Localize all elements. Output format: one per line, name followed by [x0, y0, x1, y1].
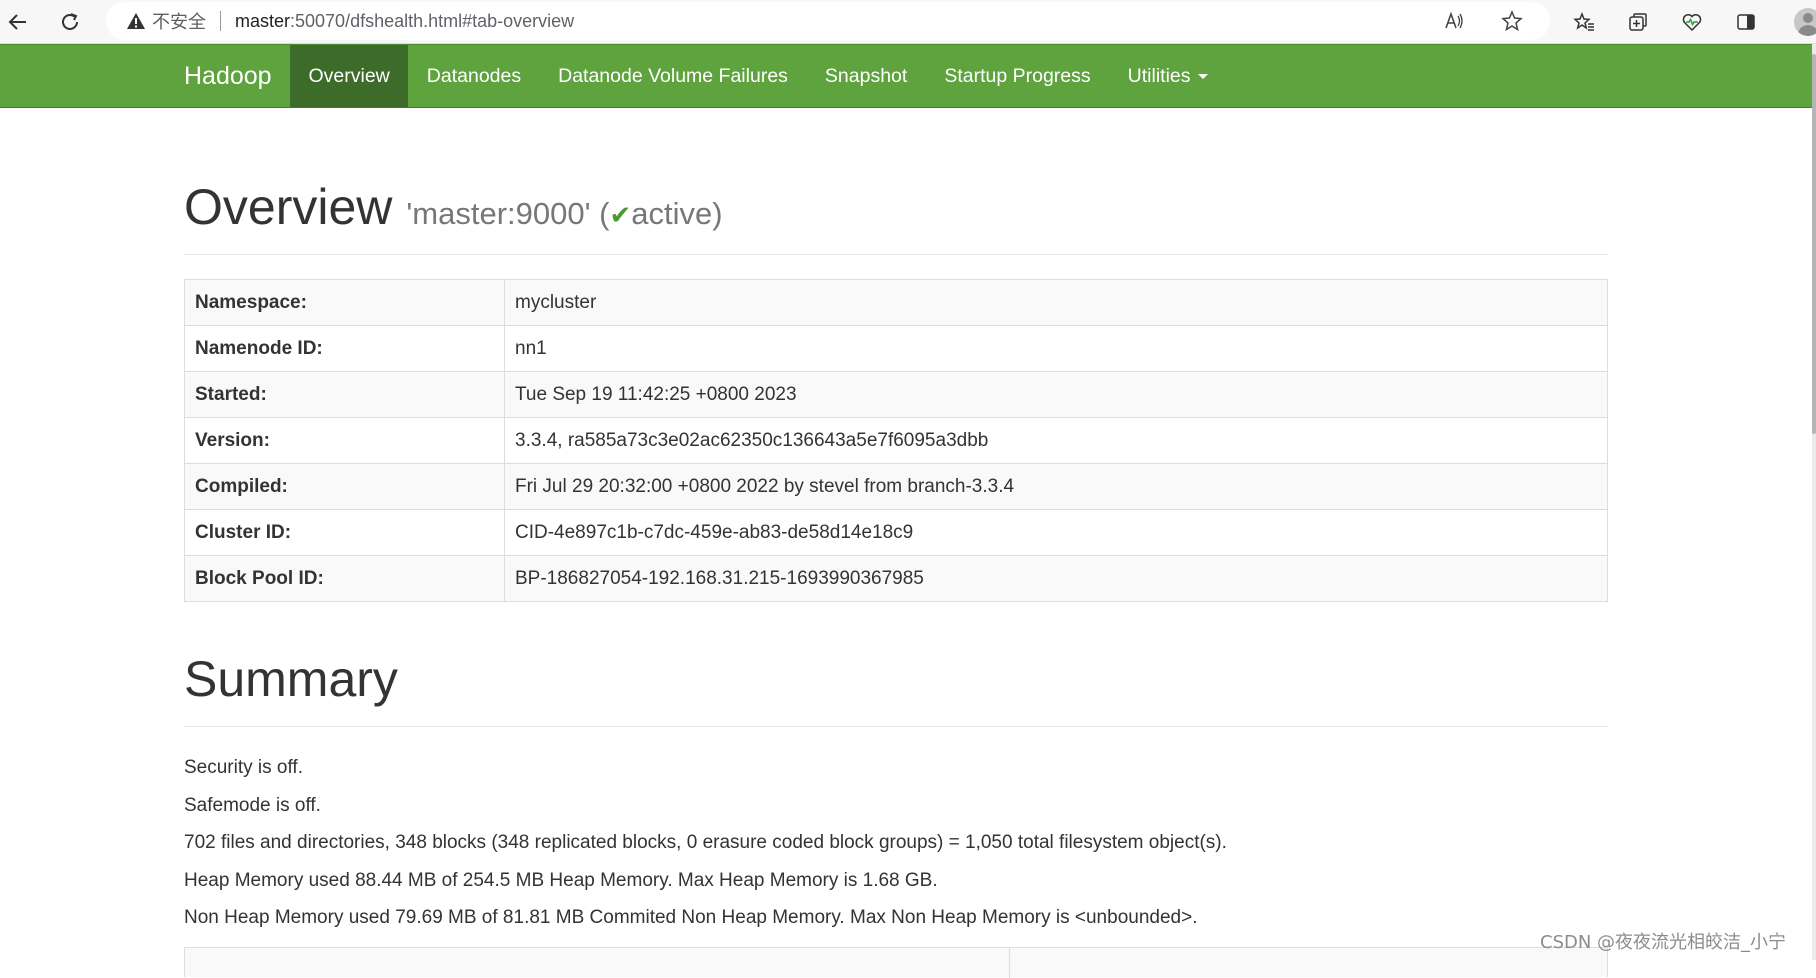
tab-startup-progress[interactable]: Startup Progress [926, 45, 1109, 107]
tab-snapshot[interactable]: Snapshot [806, 45, 925, 107]
table-row: Block Pool ID: BP-186827054-192.168.31.21… [184, 555, 1608, 602]
url-host: master [235, 10, 291, 31]
checkmark-icon: ✔ [609, 200, 632, 230]
utilities-label: Utilities [1127, 65, 1191, 87]
row-key: Version: [184, 417, 505, 464]
heap-memory: Heap Memory used 88.44 MB of 254.5 MB He… [184, 869, 938, 891]
separator [220, 11, 221, 31]
row-key: Namespace: [184, 279, 505, 326]
row-key: Namenode ID: [184, 325, 505, 372]
row-value: 3.3.4, ra585a73c3e02ac62350c136643a5e7f6… [504, 417, 1608, 464]
warning-icon[interactable] [126, 11, 146, 31]
row-value: Tue Sep 19 11:42:25 +0800 2023 [504, 371, 1608, 418]
main-content: Overview 'master:9000' (✔active) Namespa… [184, 108, 1608, 978]
page-title: Overview [184, 179, 393, 235]
filesystem-objects: 702 files and directories, 348 blocks (3… [184, 832, 1227, 853]
nav-tabs: Overview Datanodes Datanode Volume Failu… [290, 45, 1226, 107]
tab-datanodes[interactable]: Datanodes [408, 45, 539, 107]
row-key: Compiled: [184, 463, 505, 510]
non-heap-memory: Non Heap Memory used 79.69 MB of 81.81 M… [184, 907, 1198, 928]
tab-utilities-dropdown[interactable]: Utilities [1109, 45, 1226, 107]
address-bar[interactable]: 不安全 master:50070/dfshealth.html#tab-over… [106, 2, 1550, 40]
read-aloud-icon[interactable] [1438, 5, 1470, 37]
reload-icon[interactable] [54, 6, 86, 38]
overview-table: Namespace: mycluster Namenode ID: nn1 Star… [184, 279, 1608, 602]
tab-datanode-volume-failures[interactable]: Datanode Volume Failures [540, 45, 807, 107]
row-value: Fri Jul 29 20:32:00 +0800 2022 by stevel… [504, 463, 1608, 510]
scrollbar-thumb[interactable] [1812, 54, 1816, 434]
back-arrow-icon[interactable] [2, 6, 34, 38]
row-value: CID-4e897c1b-c7dc-459e-ab83-de58d14e18c9 [504, 509, 1608, 556]
safemode-status: Safemode is off. [184, 794, 321, 816]
tab-overview[interactable]: Overview [290, 45, 409, 107]
table-row: Namespace: mycluster [184, 279, 1608, 326]
favorites-icon[interactable] [1568, 6, 1600, 38]
table-row: Version: 3.3.4, ra585a73c3e02ac62350c1366… [184, 417, 1608, 464]
collections-icon[interactable] [1622, 6, 1654, 38]
profile-avatar[interactable] [1794, 8, 1816, 36]
url-text[interactable]: master:50070/dfshealth.html#tab-overview [235, 11, 574, 32]
table-row: Compiled: Fri Jul 29 20:32:00 +0800 2022 … [184, 463, 1608, 510]
watermark: CSDN @夜夜流光相皎洁_小宁 [1540, 932, 1787, 953]
hadoop-navbar: Hadoop Overview Datanodes Datanode Volum… [0, 44, 1812, 108]
status-close: ) [712, 196, 723, 231]
security-status: Security is off. [184, 757, 303, 778]
summary-title: Summary [184, 651, 398, 707]
sidebar-toggle-icon[interactable] [1730, 6, 1762, 38]
summary-header: Summary [184, 650, 1608, 727]
overview-header: Overview 'master:9000' (✔active) [184, 178, 1608, 255]
row-key: Cluster ID: [184, 509, 505, 556]
browser-essentials-icon[interactable] [1676, 6, 1708, 38]
summary-lines: Security is off. Safemode is off. 702 fi… [184, 749, 1608, 937]
favorite-star-icon[interactable] [1496, 5, 1528, 37]
namenode-host: 'master:9000' (✔active) [406, 196, 722, 232]
status-active: active [631, 196, 713, 231]
table-row: Started: Tue Sep 19 11:42:25 +0800 2023 [184, 371, 1608, 418]
row-value: mycluster [504, 279, 1608, 326]
row-key: Started: [184, 371, 505, 418]
caret-down-icon [1197, 74, 1208, 80]
insecure-label[interactable]: 不安全 [152, 8, 206, 34]
summary-table-partial [184, 946, 1608, 978]
url-path: :50070/dfshealth.html#tab-overview [290, 10, 575, 31]
row-value: nn1 [504, 325, 1608, 372]
row-key: Block Pool ID: [184, 555, 505, 602]
browser-toolbar: 不安全 master:50070/dfshealth.html#tab-over… [0, 0, 1816, 44]
table-row: Cluster ID: CID-4e897c1b-c7dc-459e-ab83-d… [184, 509, 1608, 556]
hadoop-brand[interactable]: Hadoop [184, 45, 272, 107]
table-row: Namenode ID: nn1 [184, 325, 1608, 372]
host-label: 'master:9000' ( [406, 196, 610, 231]
table-divider [1009, 947, 1010, 978]
page-scrollbar[interactable] [1812, 44, 1816, 960]
row-value: BP-186827054-192.168.31.215-169399036798… [504, 555, 1608, 602]
